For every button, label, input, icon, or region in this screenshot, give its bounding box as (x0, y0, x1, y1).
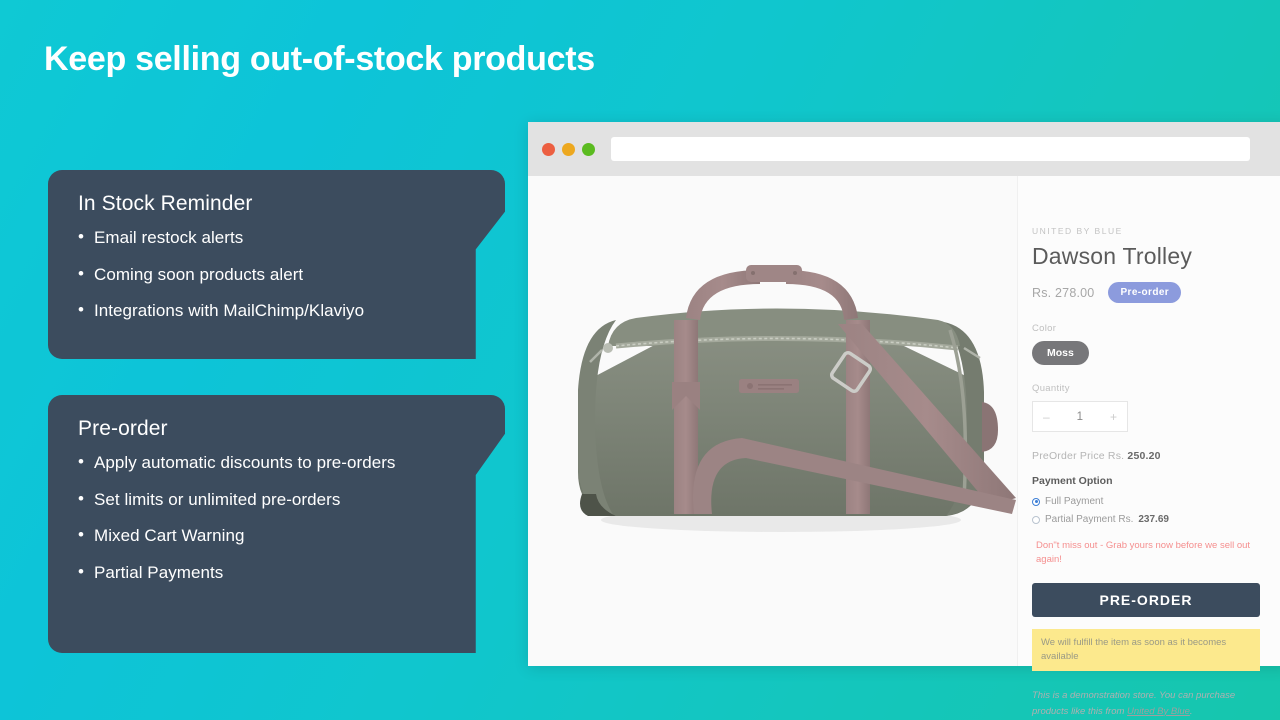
payment-option-partial-label: Partial Payment Rs. (1045, 514, 1134, 525)
list-item-label: Apply automatic discounts to pre-orders (94, 453, 396, 472)
feature-card-pre-order: Pre-order • Apply automatic discounts to… (48, 395, 505, 653)
quantity-stepper[interactable]: – 1 + (1032, 401, 1128, 432)
card-feature-list: • Email restock alerts • Coming soon pro… (78, 227, 479, 322)
preorder-button[interactable]: PRE-ORDER (1032, 582, 1260, 617)
payment-option-partial-amount: 237.69 (1138, 514, 1169, 525)
list-item-label: Set limits or unlimited pre-orders (94, 489, 341, 509)
feature-card-in-stock-reminder: In Stock Reminder • Email restock alerts… (48, 170, 505, 359)
color-swatch-moss[interactable]: Moss (1032, 341, 1089, 365)
quantity-label: Quantity (1032, 383, 1070, 394)
address-bar-input[interactable] (611, 137, 1250, 161)
urgency-message: Don"t miss out - Grab yours now before w… (1036, 540, 1251, 565)
close-window-icon[interactable] (542, 142, 555, 156)
list-item-label: Integrations with MailChimp/Klaviyo (94, 301, 365, 321)
bullet-icon: • (78, 562, 85, 582)
window-controls (542, 142, 595, 156)
product-info-pane: UNITED BY BLUE Dawson Trolley Rs. 278.00… (1018, 176, 1280, 717)
bullet-icon: • (78, 263, 85, 283)
product-image-pane (528, 176, 1018, 666)
product-image-duffel-bag[interactable] (546, 262, 1016, 562)
browser-titlebar (528, 122, 1280, 176)
list-item: • Integrations with MailChimp/Klaviyo (78, 300, 479, 322)
quantity-value[interactable]: 1 (1077, 411, 1083, 423)
radio-selected-icon[interactable] (1032, 497, 1040, 506)
price-row: Rs. 278.00 Pre-order (1032, 282, 1268, 303)
bullet-icon: • (78, 488, 85, 508)
radio-unselected-icon[interactable] (1032, 515, 1040, 524)
list-item-label: Email restock alerts (94, 228, 244, 247)
preorder-price-prefix: PreOrder Price Rs. (1032, 450, 1128, 462)
preorder-price: PreOrder Price Rs. 250.20 (1032, 450, 1268, 462)
preorder-price-value: 250.20 (1127, 450, 1161, 462)
payment-option-full-label: Full Payment (1045, 496, 1104, 507)
page-title: Keep selling out-of-stock products (44, 40, 595, 78)
product-vendor: UNITED BY BLUE (1032, 226, 1123, 236)
fulfillment-notice: We will fulfill the item as soon as it b… (1032, 628, 1260, 672)
demo-store-note: This is a demonstration store. You can p… (1032, 688, 1268, 719)
bullet-icon: • (78, 227, 85, 246)
list-item-label: Coming soon products alert (94, 264, 304, 284)
color-label: Color (1032, 323, 1057, 334)
product-price: Rs. 278.00 (1032, 285, 1095, 300)
list-item: • Apply automatic discounts to pre-order… (78, 452, 479, 474)
payment-option-partial[interactable]: Partial Payment Rs. 237.69 (1032, 514, 1268, 525)
payment-option-label: Payment Option (1032, 475, 1113, 487)
card-feature-list: • Apply automatic discounts to pre-order… (78, 452, 479, 584)
demo-note-suffix: . (1189, 705, 1193, 717)
list-item-label: Partial Payments (94, 563, 224, 583)
list-item: • Email restock alerts (78, 227, 479, 249)
list-item: • Mixed Cart Warning (78, 525, 479, 547)
list-item: • Coming soon products alert (78, 263, 479, 286)
quantity-decrease-button[interactable]: – (1043, 410, 1050, 424)
quantity-increase-button[interactable]: + (1110, 410, 1117, 424)
product-title: Dawson Trolley (1032, 243, 1193, 269)
bullet-icon: • (78, 452, 85, 471)
bullet-icon: • (78, 525, 85, 545)
status-badge-preorder: Pre-order (1108, 282, 1182, 303)
page-content: UNITED BY BLUE Dawson Trolley Rs. 278.00… (528, 176, 1280, 717)
card-title: Pre-order (78, 417, 168, 440)
list-item: • Partial Payments (78, 562, 479, 584)
bullet-icon: • (78, 300, 85, 320)
minimize-window-icon[interactable] (562, 142, 575, 156)
list-item: • Set limits or unlimited pre-orders (78, 488, 479, 511)
browser-window: UNITED BY BLUE Dawson Trolley Rs. 278.00… (528, 122, 1280, 717)
maximize-window-icon[interactable] (582, 142, 595, 156)
payment-option-full[interactable]: Full Payment (1032, 496, 1268, 507)
card-title: In Stock Reminder (78, 192, 253, 215)
united-by-blue-link[interactable]: United By Blue (1127, 706, 1190, 717)
list-item-label: Mixed Cart Warning (94, 526, 245, 546)
